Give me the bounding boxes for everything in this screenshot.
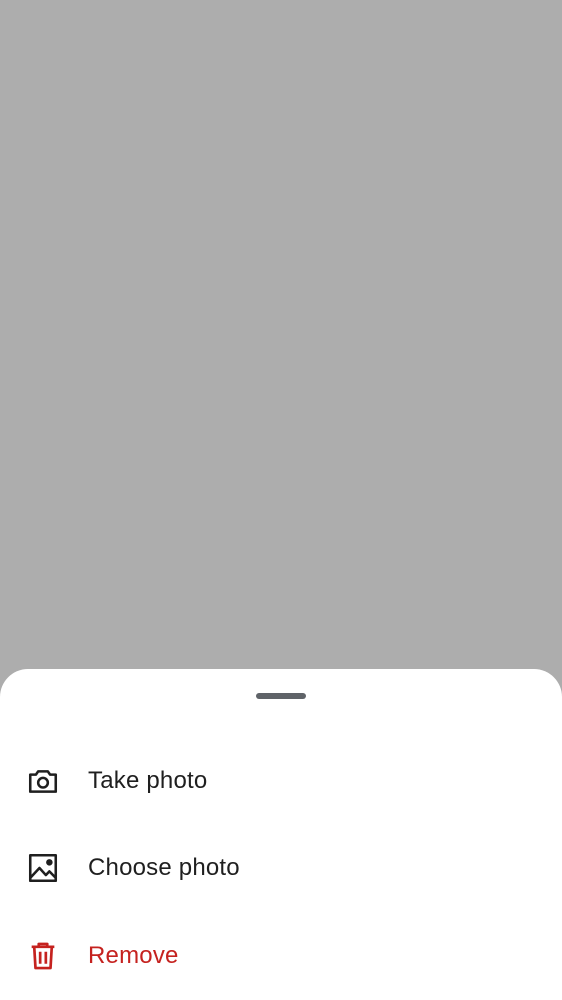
remove-label: Remove xyxy=(88,942,179,969)
drag-handle[interactable] xyxy=(256,693,306,699)
remove-option[interactable]: Remove xyxy=(0,916,562,996)
camera-icon xyxy=(26,764,60,798)
bottom-sheet: Take photo Choose photo Remove xyxy=(0,669,562,1000)
screen: Take photo Choose photo Remove xyxy=(0,0,562,1000)
trash-icon xyxy=(26,939,60,973)
image-icon xyxy=(26,851,60,885)
choose-photo-label: Choose photo xyxy=(88,854,240,881)
scrim-overlay[interactable] xyxy=(0,0,562,700)
choose-photo-option[interactable]: Choose photo xyxy=(0,828,562,908)
take-photo-label: Take photo xyxy=(88,767,208,794)
take-photo-option[interactable]: Take photo xyxy=(0,741,562,821)
